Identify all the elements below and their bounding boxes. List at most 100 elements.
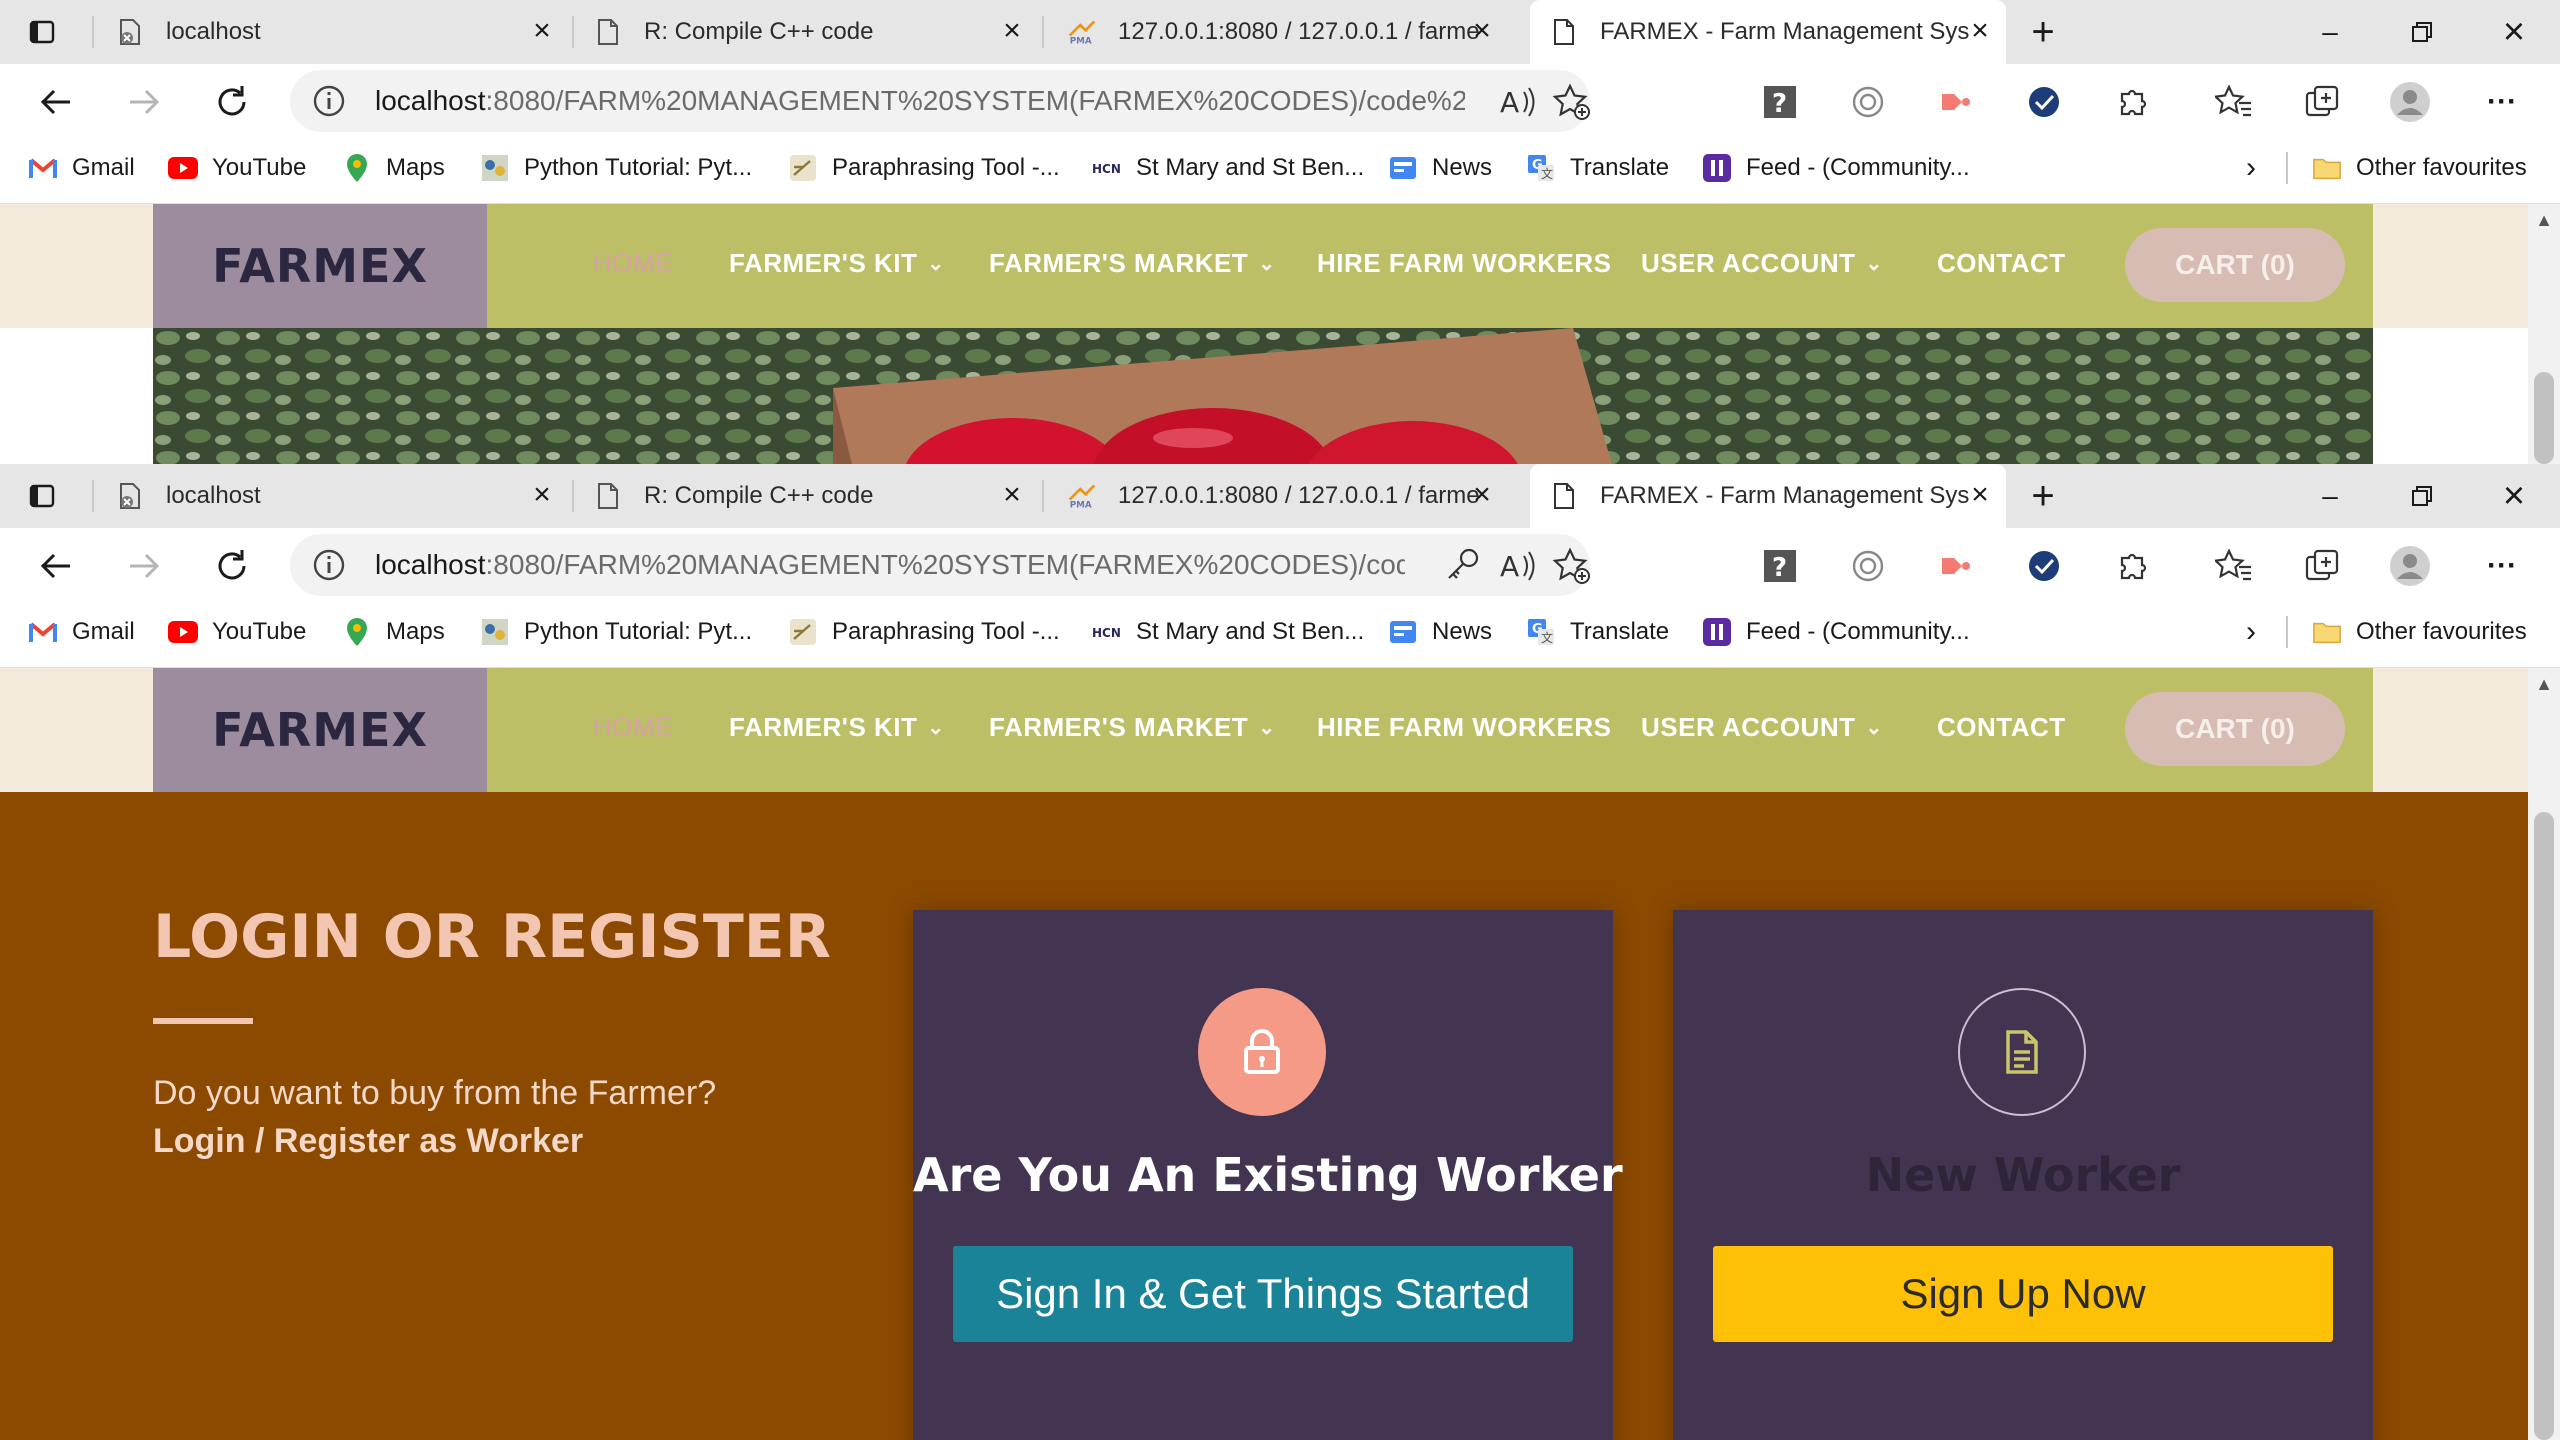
back-button[interactable] — [28, 74, 84, 130]
tab-phpmyadmin[interactable]: PMA 127.0.0.1:8080 / 127.0.0.1 / farme × — [1068, 0, 1508, 64]
profile-avatar-icon[interactable] — [2386, 78, 2434, 126]
address-bar[interactable]: localhost:8080/FARM%20MANAGEMENT%20SYSTE… — [290, 70, 1590, 132]
close-icon[interactable]: × — [998, 480, 1026, 510]
new-tab-button[interactable]: + — [2014, 0, 2072, 64]
checkmark-extension-icon[interactable] — [2020, 78, 2068, 126]
help-icon[interactable]: ? — [1756, 78, 1804, 126]
site-logo[interactable]: FARMEX — [153, 204, 487, 328]
bookmark-maps[interactable]: Maps — [342, 138, 445, 198]
scroll-up-arrow-icon[interactable]: ▲ — [2528, 204, 2560, 236]
read-aloud-icon[interactable]: A — [1498, 546, 1538, 591]
extensions-puzzle-icon[interactable] — [2108, 542, 2156, 590]
new-tab-button[interactable]: + — [2014, 464, 2072, 528]
site-logo[interactable]: FARMEX — [153, 668, 487, 792]
scroll-up-arrow-icon[interactable]: ▲ — [2528, 668, 2560, 700]
minimize-button[interactable]: – — [2284, 464, 2376, 528]
scroll-thumb[interactable] — [2534, 812, 2554, 1440]
menu-farmers-market[interactable]: FARMER'S MARKET ⌄ — [989, 712, 1276, 743]
bookmark-python[interactable]: Python Tutorial: Pyt... — [480, 138, 752, 198]
add-favourite-icon[interactable] — [1552, 546, 1592, 591]
bookmark-news[interactable]: News — [1388, 602, 1492, 662]
refresh-button[interactable] — [204, 74, 260, 130]
bookmark-stmary[interactable]: HCN St Mary and St Ben... — [1092, 602, 1364, 662]
close-icon[interactable]: × — [528, 16, 556, 46]
sign-up-button[interactable]: Sign Up Now — [1713, 1246, 2333, 1342]
info-icon[interactable] — [312, 548, 346, 587]
cart-button[interactable]: CART (0) — [2125, 228, 2345, 302]
extension-icon[interactable] — [1844, 78, 1892, 126]
menu-home[interactable]: HOME — [593, 248, 673, 279]
tab-compile[interactable]: R: Compile C++ code × — [594, 0, 1038, 64]
close-icon[interactable]: × — [1966, 480, 1994, 510]
menu-hire-farm-workers[interactable]: HIRE FARM WORKERS — [1317, 712, 1612, 743]
address-bar[interactable]: localhost:8080/FARM%20MANAGEMENT%20SYSTE… — [290, 534, 1590, 596]
bookmark-other-favourites[interactable]: Other favourites — [2312, 138, 2527, 198]
password-key-icon[interactable] — [1444, 546, 1482, 589]
extensions-puzzle-icon[interactable] — [2108, 78, 2156, 126]
menu-farmers-kit[interactable]: FARMER'S KIT ⌄ — [729, 712, 945, 743]
tab-workspaces[interactable] — [28, 464, 68, 528]
cart-button[interactable]: CART (0) — [2125, 692, 2345, 766]
help-icon[interactable]: ? — [1756, 542, 1804, 590]
bookmark-gmail[interactable]: Gmail — [28, 138, 135, 198]
bookmark-news[interactable]: News — [1388, 138, 1492, 198]
more-options-icon[interactable]: ··· — [2478, 78, 2526, 126]
forward-button[interactable] — [116, 74, 172, 130]
screen-recorder-icon[interactable] — [1932, 542, 1980, 590]
add-favourite-icon[interactable] — [1552, 82, 1592, 127]
close-icon[interactable]: × — [528, 480, 556, 510]
close-window-button[interactable]: × — [2468, 0, 2560, 64]
menu-farmers-market[interactable]: FARMER'S MARKET ⌄ — [989, 248, 1276, 279]
tab-compile[interactable]: R: Compile C++ code × — [594, 464, 1038, 528]
bookmark-paraphrasing[interactable]: Paraphrasing Tool -... — [788, 138, 1060, 198]
bookmark-paraphrasing[interactable]: Paraphrasing Tool -... — [788, 602, 1060, 662]
bookmark-feed[interactable]: Feed - (Community... — [1702, 602, 1970, 662]
page-scrollbar[interactable]: ▲ — [2528, 668, 2560, 1440]
menu-user-account[interactable]: USER ACCOUNT ⌄ — [1641, 712, 1883, 743]
read-aloud-icon[interactable]: A — [1498, 82, 1538, 127]
tab-farmex[interactable]: FARMEX - Farm Management Sys × — [1530, 0, 2006, 64]
bookmarks-overflow-chevron-icon[interactable]: › — [2246, 138, 2256, 198]
tab-localhost[interactable]: localhost × — [116, 464, 568, 528]
bookmark-translate[interactable]: G文 Translate — [1526, 138, 1669, 198]
bookmark-maps[interactable]: Maps — [342, 602, 445, 662]
refresh-button[interactable] — [204, 538, 260, 594]
bookmark-other-favourites[interactable]: Other favourites — [2312, 602, 2527, 662]
screen-recorder-icon[interactable] — [1932, 78, 1980, 126]
close-window-button[interactable]: × — [2468, 464, 2560, 528]
tab-farmex[interactable]: FARMEX - Farm Management Sys × — [1530, 464, 2006, 528]
bookmarks-overflow-chevron-icon[interactable]: › — [2246, 602, 2256, 662]
collections-icon[interactable] — [2298, 78, 2346, 126]
profile-avatar-icon[interactable] — [2386, 542, 2434, 590]
close-icon[interactable]: × — [1966, 16, 1994, 46]
back-button[interactable] — [28, 538, 84, 594]
bookmark-youtube[interactable]: YouTube — [168, 138, 306, 198]
favourites-icon[interactable] — [2210, 542, 2258, 590]
tab-phpmyadmin[interactable]: PMA 127.0.0.1:8080 / 127.0.0.1 / farme × — [1068, 464, 1508, 528]
checkmark-extension-icon[interactable] — [2020, 542, 2068, 590]
bookmark-stmary[interactable]: HCN St Mary and St Ben... — [1092, 138, 1364, 198]
login-register-worker-link[interactable]: Login / Register as Worker — [153, 1122, 583, 1161]
page-scrollbar[interactable]: ▲ — [2528, 204, 2560, 464]
restore-button[interactable] — [2376, 0, 2468, 64]
bookmark-python[interactable]: Python Tutorial: Pyt... — [480, 602, 752, 662]
extension-icon[interactable] — [1844, 542, 1892, 590]
collections-icon[interactable] — [2298, 542, 2346, 590]
tab-workspaces[interactable] — [28, 0, 68, 64]
close-icon[interactable]: × — [1468, 480, 1496, 510]
bookmark-gmail[interactable]: Gmail — [28, 602, 135, 662]
bookmark-translate[interactable]: G文 Translate — [1526, 602, 1669, 662]
menu-contact[interactable]: CONTACT — [1937, 712, 2066, 743]
sign-in-button[interactable]: Sign In & Get Things Started — [953, 1246, 1573, 1342]
bookmark-feed[interactable]: Feed - (Community... — [1702, 138, 1970, 198]
minimize-button[interactable]: – — [2284, 0, 2376, 64]
tab-localhost[interactable]: localhost × — [116, 0, 568, 64]
restore-button[interactable] — [2376, 464, 2468, 528]
more-options-icon[interactable]: ··· — [2478, 542, 2526, 590]
menu-user-account[interactable]: USER ACCOUNT ⌄ — [1641, 248, 1883, 279]
bookmark-youtube[interactable]: YouTube — [168, 602, 306, 662]
favourites-icon[interactable] — [2210, 78, 2258, 126]
url-text[interactable]: localhost:8080/FARM%20MANAGEMENT%20SYSTE… — [375, 549, 1405, 581]
menu-contact[interactable]: CONTACT — [1937, 248, 2066, 279]
menu-hire-farm-workers[interactable]: HIRE FARM WORKERS — [1317, 248, 1612, 279]
